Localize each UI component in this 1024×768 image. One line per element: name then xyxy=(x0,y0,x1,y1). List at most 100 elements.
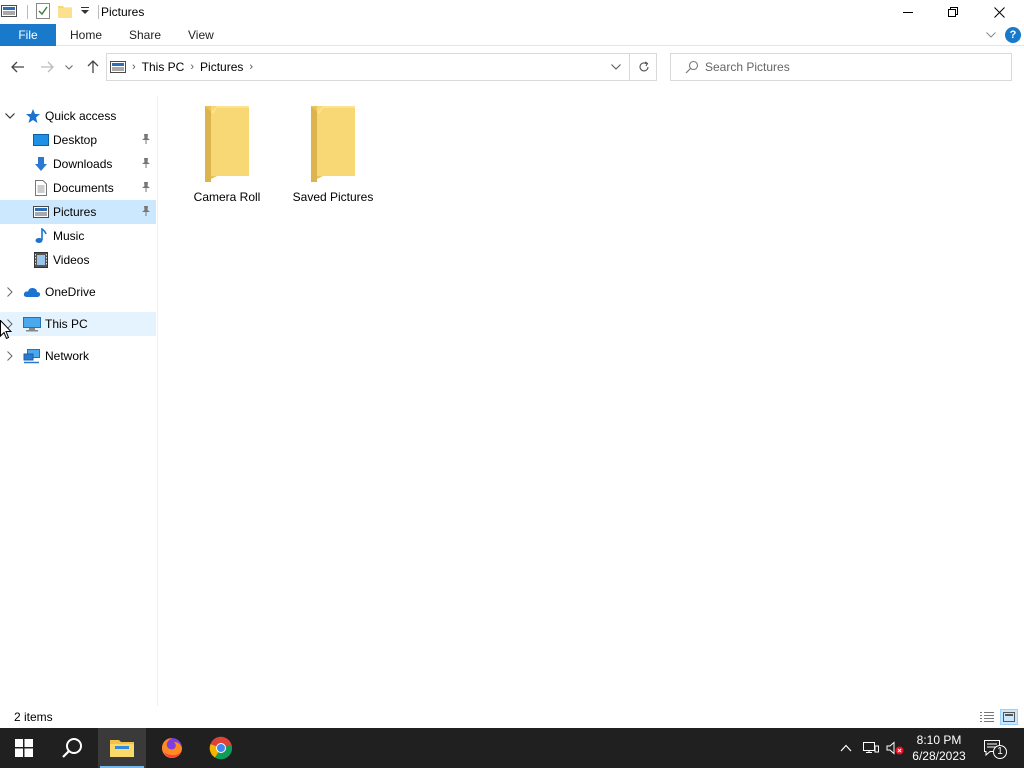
title-bar: Pictures xyxy=(0,0,1024,24)
folder-item-saved-pictures[interactable]: Saved Pictures xyxy=(288,100,378,212)
cloud-icon xyxy=(23,284,41,300)
refresh-button[interactable] xyxy=(629,54,657,80)
folder-name: Saved Pictures xyxy=(292,190,374,204)
new-folder-icon[interactable] xyxy=(58,4,72,21)
folder-item-camera-roll[interactable]: Camera Roll xyxy=(182,100,272,212)
folder-icon xyxy=(311,106,355,182)
chevron-down-icon[interactable] xyxy=(4,110,16,122)
search-box[interactable] xyxy=(670,53,1012,81)
back-button[interactable] xyxy=(8,56,28,78)
sidebar-item-onedrive[interactable]: OneDrive xyxy=(0,280,156,304)
chevron-right-icon[interactable] xyxy=(4,350,16,362)
volume-muted-icon xyxy=(886,741,904,755)
network-icon xyxy=(23,348,40,364)
pictures-location-icon xyxy=(110,61,126,73)
sidebar-item-label: Quick access xyxy=(45,109,117,123)
pin-icon[interactable] xyxy=(141,205,153,219)
volume-button[interactable] xyxy=(884,728,906,768)
pane-divider[interactable] xyxy=(157,96,158,706)
music-icon xyxy=(33,227,49,244)
sidebar-item-label: Network xyxy=(45,349,90,363)
address-history-button[interactable] xyxy=(604,54,628,80)
status-bar: 2 items xyxy=(0,706,1024,728)
chrome-taskbar-button[interactable] xyxy=(197,728,245,768)
breadcrumb-this-pc[interactable]: This PC xyxy=(142,60,185,74)
taskbar-clock[interactable]: 8:10 PM 6/28/2023 xyxy=(905,732,973,764)
sidebar-item-pictures[interactable]: Pictures xyxy=(0,200,156,224)
restore-button[interactable] xyxy=(930,0,976,24)
download-icon xyxy=(33,156,49,172)
qat-dropdown-icon[interactable] xyxy=(80,5,90,19)
search-icon xyxy=(685,60,699,74)
sidebar-item-label: Documents xyxy=(53,181,114,195)
chrome-icon xyxy=(209,736,233,760)
pin-icon[interactable] xyxy=(141,133,153,147)
sidebar-item-videos[interactable]: Videos xyxy=(0,248,156,272)
large-icons-view-button[interactable] xyxy=(1000,709,1018,725)
computer-icon xyxy=(23,316,41,332)
breadcrumb-chevron-icon[interactable]: › xyxy=(132,61,136,73)
details-view-button[interactable] xyxy=(978,709,996,725)
videos-icon xyxy=(33,252,49,268)
chevron-right-icon[interactable] xyxy=(4,286,16,298)
details-view-icon xyxy=(980,712,994,722)
windows-logo-icon xyxy=(15,739,33,757)
sidebar-item-this-pc[interactable]: This PC xyxy=(0,312,156,336)
breadcrumb-chevron-icon[interactable]: › xyxy=(190,61,194,73)
pin-icon[interactable] xyxy=(141,157,153,171)
file-explorer-taskbar-button[interactable] xyxy=(98,728,146,768)
tab-view[interactable]: View xyxy=(188,24,214,46)
item-count: 2 items xyxy=(14,710,53,724)
breadcrumb-pictures[interactable]: Pictures xyxy=(200,60,243,74)
sidebar-item-label: Downloads xyxy=(53,157,113,171)
expand-ribbon-button[interactable] xyxy=(984,24,998,46)
action-center-button[interactable]: 1 xyxy=(980,728,1007,768)
sidebar-item-downloads[interactable]: Downloads xyxy=(0,152,156,176)
pictures-icon xyxy=(33,204,49,220)
sidebar-item-desktop[interactable]: Desktop xyxy=(0,128,156,152)
search-input[interactable] xyxy=(705,60,995,74)
sidebar-item-documents[interactable]: Documents xyxy=(0,176,156,200)
sidebar-item-quick-access[interactable]: Quick access xyxy=(0,104,156,128)
firefox-taskbar-button[interactable] xyxy=(148,728,196,768)
navigation-pane: Quick access Desktop Downloads Documents xyxy=(0,104,156,704)
up-button[interactable] xyxy=(83,56,103,78)
forward-button[interactable] xyxy=(37,56,57,78)
quick-access-toolbar xyxy=(0,0,107,24)
start-button[interactable] xyxy=(0,728,48,768)
star-icon xyxy=(25,108,41,124)
ribbon-tabs: File Home Share View ? xyxy=(0,24,1024,46)
tab-home[interactable]: Home xyxy=(70,24,102,46)
sidebar-item-network[interactable]: Network xyxy=(0,344,156,368)
help-button[interactable]: ? xyxy=(1004,24,1022,46)
window-pictures-icon[interactable] xyxy=(1,4,17,21)
document-icon xyxy=(33,180,49,196)
arrow-right-icon xyxy=(41,61,54,73)
folder-icon xyxy=(205,106,249,182)
sidebar-item-label: Desktop xyxy=(53,133,98,147)
restore-icon xyxy=(948,7,958,17)
network-status-button[interactable] xyxy=(860,728,882,768)
arrow-up-icon xyxy=(87,60,99,73)
search-button[interactable] xyxy=(48,728,96,768)
close-button[interactable] xyxy=(976,0,1022,24)
help-icon: ? xyxy=(1005,27,1021,43)
breadcrumb-chevron-icon[interactable]: › xyxy=(249,61,253,73)
recent-locations-button[interactable] xyxy=(62,56,76,78)
pin-icon[interactable] xyxy=(141,181,153,195)
taskbar: 8:10 PM 6/28/2023 1 xyxy=(0,728,1024,768)
tab-share[interactable]: Share xyxy=(129,24,161,46)
address-bar[interactable]: › This PC › Pictures › xyxy=(106,53,657,81)
chevron-down-icon xyxy=(65,64,73,70)
desktop-icon xyxy=(33,132,49,148)
notification-count-badge: 1 xyxy=(993,745,1007,759)
properties-icon[interactable] xyxy=(36,2,50,22)
minimize-button[interactable] xyxy=(885,0,931,24)
window-title: Pictures xyxy=(101,5,145,19)
chevron-down-icon xyxy=(611,64,621,70)
firefox-icon xyxy=(162,738,182,758)
clock-date: 6/28/2023 xyxy=(912,749,966,763)
sidebar-item-music[interactable]: Music xyxy=(0,224,156,248)
tab-file[interactable]: File xyxy=(0,24,56,46)
show-hidden-icons-button[interactable] xyxy=(836,728,856,768)
